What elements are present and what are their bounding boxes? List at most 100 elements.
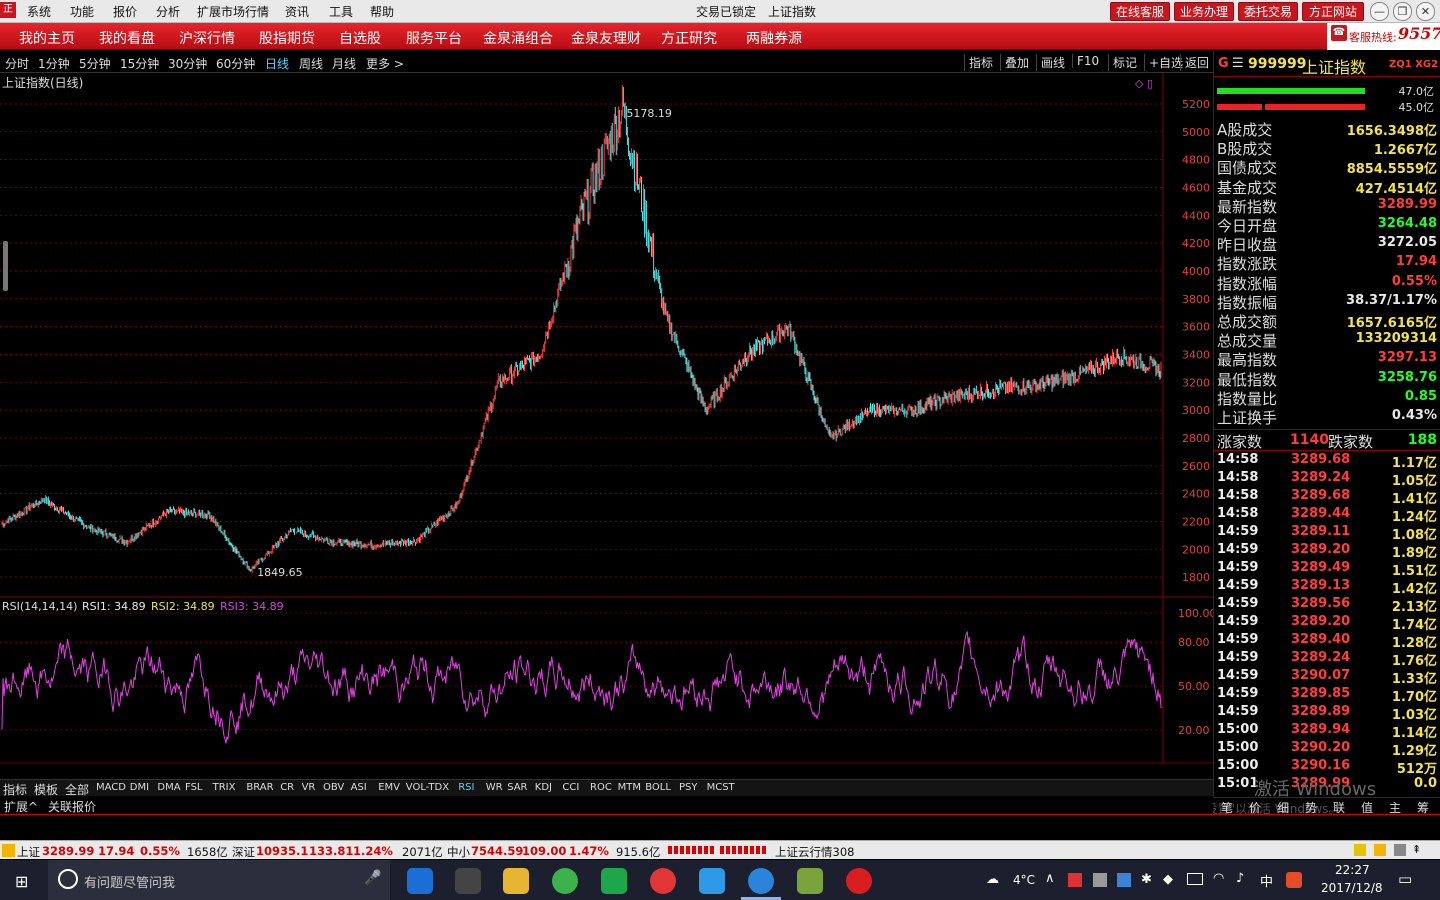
tool-draw[interactable]: 画线	[1036, 54, 1065, 71]
sogou-ime-icon[interactable]	[1286, 872, 1302, 888]
ime-indicator[interactable]: 中	[1260, 871, 1273, 890]
wifi-icon[interactable]: ◠	[1213, 871, 1224, 886]
scroll-handle[interactable]	[3, 241, 8, 291]
windows-start-icon[interactable]: ⊞	[15, 872, 28, 891]
indicator-tab[interactable]: PSY	[679, 782, 698, 793]
app-icon-4[interactable]	[797, 868, 823, 894]
tool-mark[interactable]: 标记	[1108, 54, 1137, 71]
tray-icon-2[interactable]	[1374, 844, 1386, 856]
menu-help[interactable]: 帮助	[370, 3, 394, 20]
indicator-tab[interactable]: KDJ	[535, 782, 552, 793]
period-more[interactable]: 更多 >	[366, 55, 404, 72]
business-button[interactable]: 业务办理	[1174, 2, 1234, 21]
indicator-tab[interactable]: CCI	[562, 782, 579, 793]
period-monthly[interactable]: 月线	[332, 55, 356, 72]
nav-services[interactable]: 服务平台	[406, 28, 462, 48]
trade-button[interactable]: 委托交易	[1238, 2, 1298, 21]
tray-shield-icon[interactable]	[1117, 873, 1131, 887]
indicator-tab[interactable]: BRAR	[246, 782, 273, 793]
indicator-tab[interactable]: 全部	[65, 781, 89, 798]
period-weekly[interactable]: 周线	[299, 55, 323, 72]
mic-icon[interactable]: 🎤	[364, 870, 381, 886]
tool-overlay[interactable]: 叠加	[1000, 54, 1029, 71]
tray-app-icon-1[interactable]	[1068, 873, 1082, 887]
website-button[interactable]: 方正网站	[1302, 2, 1364, 21]
nav-portfolio[interactable]: 金泉涌组合	[483, 28, 553, 48]
battery-icon[interactable]	[1187, 873, 1203, 885]
period-5min[interactable]: 5分钟	[79, 55, 111, 72]
app-icon-3[interactable]	[650, 868, 676, 894]
period-30min[interactable]: 30分钟	[168, 55, 207, 72]
online-service-button[interactable]: 在线客服	[1110, 2, 1170, 21]
tray-app-icon-2[interactable]	[1093, 873, 1107, 887]
menu-news[interactable]: 资讯	[285, 3, 309, 20]
nav-research[interactable]: 方正研究	[661, 28, 717, 48]
menu-function[interactable]: 功能	[70, 3, 94, 20]
minimize-icon[interactable]: —	[1370, 2, 1389, 21]
indicator-tab[interactable]: MTM	[618, 782, 641, 793]
kline-chart[interactable]: 上证指数(日线) RSI(14,14,14) RSI1: 34.89 RSI2:…	[0, 73, 1213, 763]
clock-time[interactable]: 22:27	[1335, 863, 1370, 877]
tray-chevron-icon[interactable]: ∧	[1045, 871, 1055, 886]
tool-f10[interactable]: F10	[1072, 54, 1099, 68]
menu-tools[interactable]: 工具	[329, 3, 353, 20]
store-icon[interactable]	[455, 868, 481, 894]
indicator-tab[interactable]: SAR	[507, 782, 527, 793]
indicator-tab[interactable]: ROC	[590, 782, 612, 793]
app-icon-1[interactable]	[552, 868, 578, 894]
weather-icon[interactable]: ☁	[986, 872, 999, 887]
bluetooth-icon[interactable]: ✱	[1141, 872, 1152, 887]
indicator-tab[interactable]: RSI	[458, 782, 474, 793]
menu-analysis[interactable]: 分析	[156, 3, 180, 20]
indicator-tab[interactable]: 模板	[34, 781, 58, 798]
period-15min[interactable]: 15分钟	[120, 55, 159, 72]
tray-expand-icon[interactable]: ⇞	[1412, 843, 1421, 856]
stock-app-icon[interactable]	[846, 868, 872, 894]
indicator-tab[interactable]: ASI	[351, 782, 367, 793]
indicator-tab[interactable]: VOL-TDX	[406, 782, 449, 793]
weather-temp[interactable]: 4°C	[1013, 873, 1035, 887]
notification-icon[interactable]: ▭	[1398, 870, 1412, 888]
menu-icon[interactable]: ☰	[1232, 56, 1244, 71]
indicator-tab[interactable]: DMA	[157, 782, 180, 793]
indicator-tab[interactable]: VR	[302, 782, 316, 793]
indicator-tab[interactable]: FSL	[185, 782, 203, 793]
period-1min[interactable]: 1分钟	[38, 55, 70, 72]
cortana-search[interactable]: 有问题尽管问我 🎤	[48, 860, 390, 900]
nav-finance[interactable]: 金泉友理财	[571, 28, 641, 48]
indicator-tab[interactable]: TRIX	[213, 782, 236, 793]
clock-date[interactable]: 2017/12/8	[1321, 881, 1383, 895]
tool-add-watch[interactable]: +自选	[1144, 54, 1183, 71]
nav-my-watch[interactable]: 我的看盘	[99, 28, 155, 48]
volume-icon[interactable]: ♪	[1236, 871, 1244, 886]
nav-market[interactable]: 沪深行情	[179, 28, 235, 48]
tray-icon-3[interactable]	[1394, 844, 1406, 856]
tool-indicator[interactable]: 指标	[964, 54, 993, 71]
menu-extended-market[interactable]: 扩展市场行情	[197, 3, 269, 20]
indicator-tab[interactable]: WR	[486, 782, 503, 793]
close-icon[interactable]: ✕	[1416, 2, 1435, 21]
period-intraday[interactable]: 分时	[5, 55, 29, 72]
tab-related[interactable]: 关联报价	[48, 798, 96, 815]
media-player-icon[interactable]	[699, 868, 725, 894]
nav-futures[interactable]: 股指期货	[259, 28, 315, 48]
restore-icon[interactable]: ❐	[1393, 2, 1412, 21]
menu-quote[interactable]: 报价	[113, 3, 137, 20]
nav-home[interactable]: 我的主页	[19, 28, 75, 48]
app-icon-2[interactable]	[601, 868, 627, 894]
menu-system[interactable]: 系统	[27, 3, 51, 20]
nav-watchlist[interactable]: 自选股	[339, 28, 381, 48]
indicator-tab[interactable]: OBV	[323, 782, 344, 793]
indicator-tab[interactable]: MACD	[96, 782, 126, 793]
indicator-tab[interactable]: EMV	[378, 782, 400, 793]
tray-diamond-icon[interactable]: ◆	[1163, 872, 1173, 887]
edge-icon[interactable]	[407, 868, 433, 894]
file-explorer-icon[interactable]	[503, 868, 529, 894]
ie-icon[interactable]	[748, 868, 774, 894]
indicator-tab[interactable]: DMI	[130, 782, 149, 793]
tray-icon-1[interactable]	[1354, 844, 1366, 856]
indicator-tab[interactable]: 指标	[3, 781, 27, 798]
tool-back[interactable]: 返回	[1180, 54, 1209, 71]
indicator-tab[interactable]: CR	[280, 782, 294, 793]
nav-margin[interactable]: 两融券源	[746, 28, 802, 48]
